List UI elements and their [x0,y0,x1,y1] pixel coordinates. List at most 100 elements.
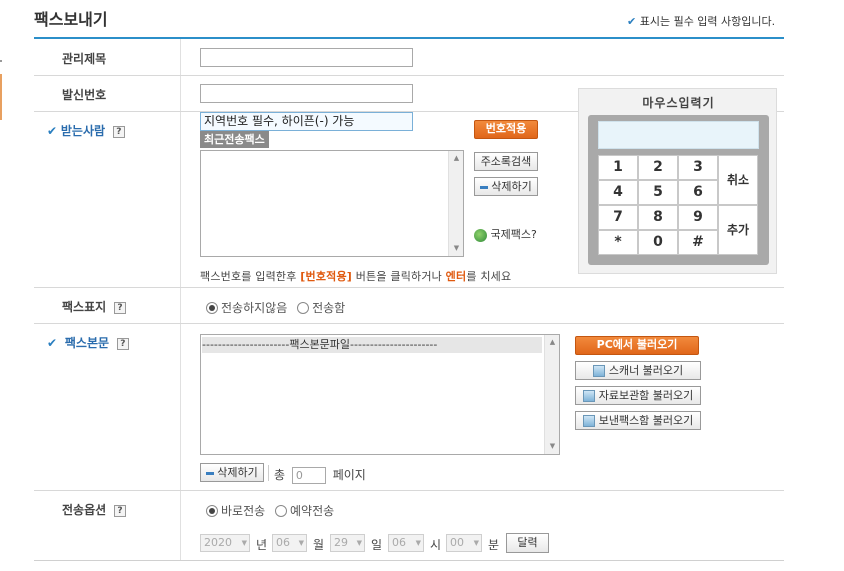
recipient-label-group: ✔ 받는사람 ? [47,122,125,139]
minus-icon [206,471,215,475]
help-icon[interactable]: ? [112,125,125,138]
apply-number-button[interactable]: 번호적용 [474,120,538,139]
send-option-immediate[interactable]: 바로전송 [206,503,265,518]
keypad-key[interactable]: 1 [598,155,638,180]
day-select[interactable]: 29 ▼ [330,534,365,552]
separator [268,465,269,481]
sent-box-load-label: 보낸팩스함 불러오기 [598,414,694,427]
keypad-add-key[interactable]: 추가 [718,205,758,255]
form-bottom-line [34,560,784,561]
body-label-group: ✔ 팩스본문 ? [47,334,129,351]
fax-body-file-list[interactable]: ----------------------팩스본문파일------------… [200,334,560,455]
page-count-group: 총 0 페이지 [274,466,366,484]
body-delete-label: 삭제하기 [217,466,258,479]
minute-unit: 분 [488,538,500,552]
hint-text: 버튼을 클릭하거나 [352,270,446,283]
keypad-cancel-key[interactable]: 취소 [718,155,758,205]
keypad-key[interactable]: * [598,230,638,255]
recipient-delete-button[interactable]: 삭제하기 [474,177,538,196]
radio-icon[interactable] [206,301,218,314]
keypad-display [598,121,759,149]
cover-option-none[interactable]: 전송하지않음 [206,300,287,315]
hint-text: 를 치세요 [466,270,512,283]
file-list-scrollbar[interactable]: ▲ ▼ [544,335,559,454]
hour-select[interactable]: 06 ▼ [388,534,424,552]
chevron-down-icon: ▼ [473,539,479,547]
keypad-key[interactable]: 3 [678,155,718,180]
sender-label: 발신번호 [62,88,107,102]
keypad-key[interactable]: # [678,230,718,255]
year-select[interactable]: 2020 ▼ [200,534,250,552]
check-icon: ✔ [47,336,58,350]
sender-number-input[interactable] [200,84,413,103]
year-unit: 년 [256,538,268,552]
body-delete-button[interactable]: 삭제하기 [200,463,264,482]
scroll-down-icon[interactable]: ▼ [545,439,560,454]
hint-text: 팩스번호를 입력한후 [200,270,301,283]
recent-fax-tab[interactable]: 최근전송팩스 [200,131,269,148]
intl-fax-link[interactable]: 국제팩스? [474,226,537,242]
scroll-down-icon[interactable]: ▼ [449,241,464,256]
cover-option-send[interactable]: 전송함 [297,300,345,315]
month-unit: 월 [313,538,325,552]
help-icon[interactable]: ? [114,301,126,314]
cover-options: 전송하지않음 전송함 [206,299,345,316]
recipient-delete-label: 삭제하기 [491,180,532,193]
required-note-text: 표시는 필수 입력 사항입니다. [639,15,776,28]
label-column-divider [180,39,181,560]
recipient-label: 받는사람 [60,124,106,138]
minute-select[interactable]: 00 ▼ [446,534,482,552]
sent-box-icon [582,415,595,427]
scanner-icon [592,365,605,377]
cover-label-group: 팩스표지 ? [62,298,126,315]
row-divider [34,287,784,288]
page-count-field: 0 [291,467,326,484]
chevron-down-icon: ▼ [241,539,247,547]
archive-load-label: 자료보관함 불러오기 [598,389,694,402]
hour-value: 06 [392,536,406,549]
radio-icon[interactable] [206,504,218,517]
send-option-radios: 바로전송 예약전송 [206,502,334,519]
pc-load-button[interactable]: PC에서 불러오기 [575,336,699,355]
address-search-button[interactable]: 주소록검색 [474,152,538,171]
year-value: 2020 [204,536,232,549]
keypad-key[interactable]: 0 [638,230,678,255]
scroll-up-icon[interactable]: ▲ [545,335,560,350]
check-icon: ✔ [47,124,58,138]
recipient-number-input[interactable]: 지역번호 필수, 하이픈(-) 가능 [200,112,413,131]
scroll-up-icon[interactable]: ▲ [449,151,464,166]
required-note: ✔ 표시는 필수 입력 사항입니다. [627,13,775,29]
pages-label: 페이지 [332,468,366,482]
chevron-down-icon: ▼ [298,539,304,547]
keypad-key[interactable]: 2 [638,155,678,180]
chevron-down-icon: ▼ [356,539,362,547]
scanner-load-label: 스캐너 불러오기 [608,364,684,377]
keypad-key[interactable]: 9 [678,205,718,230]
keypad-key[interactable]: 8 [638,205,678,230]
month-select[interactable]: 06 ▼ [272,534,307,552]
calendar-button[interactable]: 달력 [506,533,549,553]
radio-icon[interactable] [275,504,287,517]
hint-highlight: [번호적용] [300,270,353,283]
keypad-key[interactable]: 7 [598,205,638,230]
keypad-key[interactable]: 4 [598,180,638,205]
left-edge-accent [0,74,2,120]
send-option-scheduled[interactable]: 예약전송 [275,503,334,518]
archive-icon [582,390,595,402]
scanner-load-button[interactable]: 스캐너 불러오기 [575,361,701,380]
sent-box-load-button[interactable]: 보낸팩스함 불러오기 [575,411,701,430]
subject-input[interactable] [200,48,413,67]
intl-fax-label: 국제팩스? [490,228,537,241]
chevron-down-icon: ▼ [415,539,421,547]
radio-icon[interactable] [297,301,310,314]
help-icon[interactable]: ? [114,504,126,517]
recipient-list[interactable]: ▲ ▼ [200,150,464,257]
minus-icon [480,185,489,189]
recipient-list-scrollbar[interactable]: ▲ ▼ [448,151,463,256]
keypad-key[interactable]: 5 [638,180,678,205]
keypad-key[interactable]: 6 [678,180,718,205]
mouse-keypad: 마우스입력기 1 2 3 4 5 6 7 8 9 * 0 # 취소 추가 [578,88,777,274]
help-icon[interactable]: ? [116,337,129,350]
archive-load-button[interactable]: 자료보관함 불러오기 [575,386,701,405]
keypad-frame: 1 2 3 4 5 6 7 8 9 * 0 # 취소 추가 [588,115,769,265]
